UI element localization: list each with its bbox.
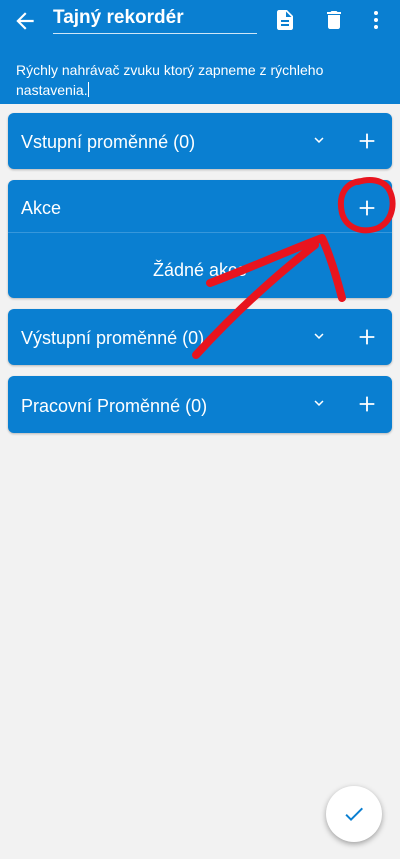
text-cursor (87, 82, 89, 97)
macro-title-input[interactable]: Tajný rekordér (53, 6, 257, 34)
app-bar: Tajný rekordér Rýchly nahrávač zvuku kto… (0, 0, 400, 104)
chevron-down-icon[interactable] (310, 394, 328, 412)
section-actions: Akce Žádné akce (8, 180, 392, 298)
add-action-icon[interactable] (356, 197, 378, 219)
section-title: Vstupní proměnné (0) (21, 132, 196, 152)
empty-actions-text: Žádné akce (152, 260, 248, 280)
add-input-variable-icon[interactable] (356, 130, 378, 152)
chevron-down-icon[interactable] (310, 131, 328, 149)
add-working-variable-icon[interactable] (356, 393, 378, 415)
section-output-variables[interactable]: Výstupní proměnné (0) (8, 309, 392, 365)
delete-icon[interactable] (322, 8, 346, 32)
section-title: Pracovní Proměnné (0) (21, 396, 208, 416)
save-fab-button[interactable] (326, 786, 382, 842)
description-text: Rýchly nahrávač zvuku ktorý zapneme z rý… (16, 62, 324, 98)
chevron-down-icon[interactable] (310, 327, 328, 345)
more-options-icon[interactable] (364, 8, 388, 32)
divider (8, 232, 392, 233)
section-working-variables[interactable]: Pracovní Proměnné (0) (8, 376, 392, 433)
section-title: Akce (21, 198, 62, 218)
section-input-variables[interactable]: Vstupní proměnné (0) (8, 113, 392, 169)
document-icon[interactable] (273, 8, 297, 32)
back-arrow-icon[interactable] (12, 8, 38, 34)
macro-description[interactable]: Rýchly nahrávač zvuku ktorý zapneme z rý… (16, 60, 376, 100)
check-icon (345, 807, 363, 821)
add-output-variable-icon[interactable] (356, 326, 378, 348)
section-title: Výstupní proměnné (0) (21, 328, 205, 348)
